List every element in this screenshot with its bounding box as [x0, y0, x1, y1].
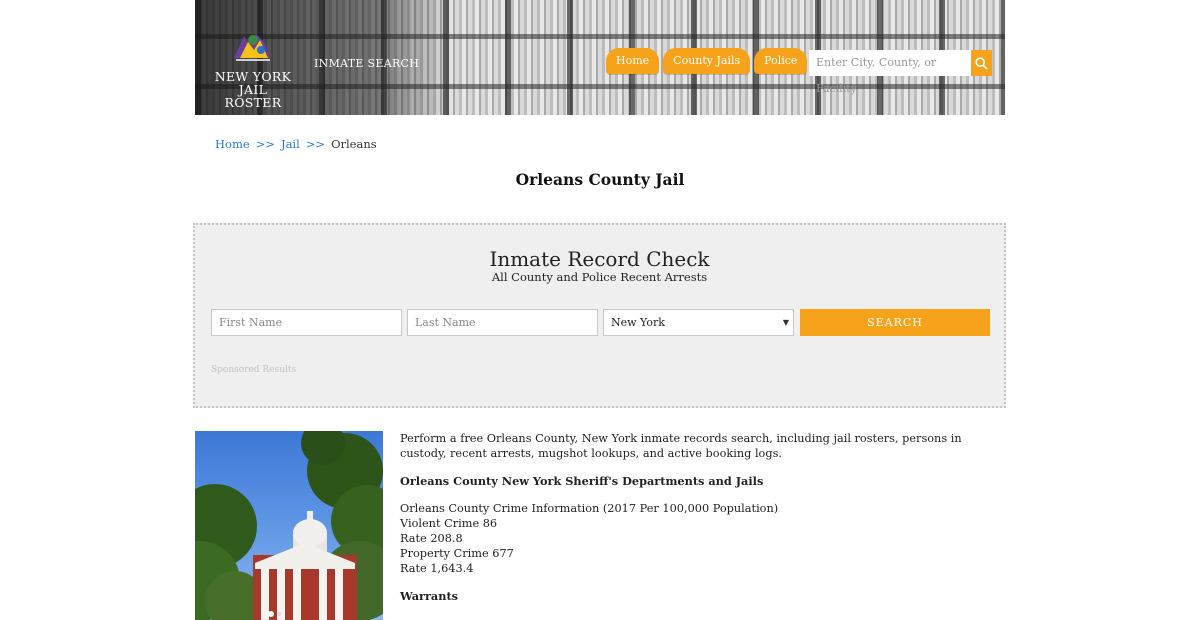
departments-heading: Orleans County New York Sheriff's Depart… — [400, 473, 764, 488]
violent-crime-rate: Rate 208.8 — [400, 532, 463, 545]
breadcrumb-separator: >> — [305, 137, 326, 151]
page: NEW YORK JAIL ROSTER INMATE SEARCH Home … — [0, 0, 1200, 620]
nav-county-jails-button[interactable]: County Jails — [663, 48, 751, 74]
nav-home-button[interactable]: Home — [606, 48, 660, 74]
record-search-button[interactable]: SEARCH — [800, 309, 990, 336]
property-crime-rate: Rate 1,643.4 — [400, 562, 474, 575]
nav-inmate-search[interactable]: INMATE SEARCH — [314, 57, 419, 70]
search-icon — [975, 56, 988, 70]
violent-crime: Violent Crime 86 — [400, 517, 498, 530]
breadcrumb-jail-link[interactable]: Jail — [281, 137, 300, 151]
breadcrumb-home-link[interactable]: Home — [215, 137, 250, 151]
breadcrumb-current: Orleans — [331, 137, 377, 151]
property-crime: Property Crime 677 — [400, 547, 514, 560]
breadcrumb: Home >> Jail >> Orleans — [215, 137, 377, 151]
state-select[interactable]: New York ▼ — [603, 309, 794, 336]
nav-police-button[interactable]: Police — [754, 48, 808, 74]
main-nav: Home County Jails Police — [606, 48, 808, 74]
first-name-input[interactable]: First Name — [211, 309, 402, 336]
page-title: Orleans County Jail — [515, 170, 685, 189]
logo-seal-icon — [230, 28, 276, 68]
courthouse-photo — [195, 431, 383, 620]
header-banner: NEW YORK JAIL ROSTER INMATE SEARCH Home … — [195, 0, 1005, 115]
last-name-input[interactable]: Last Name — [407, 309, 598, 336]
breadcrumb-separator: >> — [255, 137, 275, 151]
crime-heading: Orleans County Crime Information (2017 P… — [400, 502, 779, 515]
facility-search-button[interactable] — [971, 50, 992, 76]
state-select-value: New York — [611, 316, 665, 329]
warrants-heading: Warrants — [400, 588, 459, 603]
chevron-down-icon: ▼ — [782, 318, 789, 327]
record-check-title: Inmate Record Check — [489, 247, 710, 271]
crime-info: Orleans County Crime Information (2017 P… — [400, 501, 1000, 576]
logo-text-line2: JAIL ROSTER — [224, 82, 282, 110]
sponsored-results-label: Sponsored Results — [211, 365, 297, 375]
intro-paragraph: Perform a free Orleans County, New York … — [400, 432, 962, 460]
record-check-subtitle: All County and Police Recent Arrests — [491, 270, 708, 284]
facility-search-input[interactable]: Enter City, County, or Facility — [809, 50, 971, 95]
county-info: Perform a free Orleans County, New York … — [400, 431, 1000, 616]
record-check-panel: Inmate Record Check All County and Polic… — [193, 223, 1006, 408]
site-logo[interactable]: NEW YORK JAIL ROSTER — [209, 28, 297, 109]
